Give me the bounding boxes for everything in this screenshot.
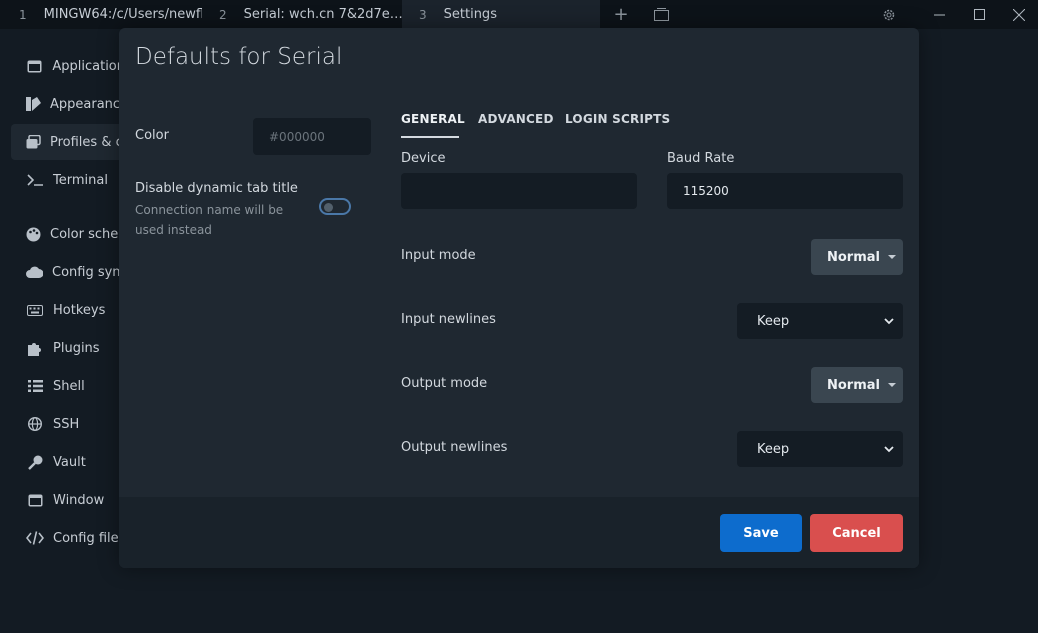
toggle-knob (324, 202, 333, 212)
sidebar-item-profiles[interactable]: Profiles & connections (11, 124, 125, 160)
sidebar-item-config-sync[interactable]: Config sync (11, 254, 125, 290)
color-label: Color (135, 128, 169, 143)
tab-settings[interactable]: 3 Settings (402, 0, 600, 29)
paint-icon (26, 97, 41, 111)
keyboard-icon (26, 304, 44, 316)
palette-icon (26, 227, 41, 242)
maximize-icon[interactable] (967, 0, 991, 29)
sidebar-item-label: SSH (53, 416, 80, 432)
sidebar-item-label: Profiles & connections (50, 134, 125, 150)
tab-label: MINGW64:/c/Users/newfl (43, 7, 202, 22)
active-tab-indicator (401, 136, 459, 138)
sidebar-item-appearance[interactable]: Appearance (11, 86, 125, 122)
sidebar-item-label: Hotkeys (53, 302, 106, 318)
output-newlines-label: Output newlines (401, 440, 508, 455)
key-icon (26, 455, 44, 470)
globe-icon (26, 417, 44, 431)
input-mode-label: Input mode (401, 248, 476, 263)
input-newlines-label: Input newlines (401, 312, 496, 327)
sidebar-item-label: Application (52, 58, 125, 74)
output-newlines-select[interactable]: Keep (737, 431, 903, 467)
sidebar-item-shell[interactable]: Shell (11, 368, 125, 404)
sidebar-item-label: Window (53, 492, 105, 508)
cloud-icon (26, 266, 43, 278)
disable-dynamic-title-help: Connection name will be used instead (135, 203, 284, 237)
modal-title: Defaults for Serial (135, 44, 343, 70)
close-icon[interactable] (1007, 0, 1031, 29)
chevron-down-icon (884, 431, 894, 467)
cancel-button[interactable]: Cancel (810, 514, 903, 552)
sidebar-item-label: Vault (53, 454, 86, 470)
color-input[interactable]: #000000 (253, 118, 371, 155)
new-tab-icon[interactable]: + (609, 0, 633, 29)
tab-label: Serial: wch.cn 7&2d7e… (243, 7, 402, 22)
tab-number: 1 (19, 7, 27, 22)
output-mode-value: Normal (827, 377, 880, 393)
sidebar-item-label: Config sync (52, 264, 125, 280)
sidebar-item-ssh[interactable]: SSH (11, 406, 125, 442)
tab-serial[interactable]: 2 Serial: wch.cn 7&2d7e… (202, 0, 402, 29)
tabs-overview-icon[interactable] (649, 0, 673, 29)
code-icon (26, 531, 44, 545)
list-icon (26, 380, 44, 392)
save-button[interactable]: Save (720, 514, 802, 552)
sidebar-item-vault[interactable]: Vault (11, 444, 125, 480)
title-bar: 1 MINGW64:/c/Users/newfl 2 Serial: wch.c… (0, 0, 1038, 29)
sidebar-item-label: Color schemes (50, 226, 125, 242)
device-input[interactable] (401, 173, 637, 209)
profiles-icon (26, 135, 41, 149)
caret-down-icon (888, 255, 896, 259)
tab-login-scripts[interactable]: LOGIN SCRIPTS (565, 112, 670, 126)
sidebar-item-terminal[interactable]: Terminal (11, 162, 125, 198)
output-newlines-value: Keep (757, 441, 790, 457)
chevron-down-icon (884, 303, 894, 339)
output-mode-dropdown[interactable]: Normal (811, 367, 903, 403)
device-label: Device (401, 151, 446, 166)
window-icon (26, 494, 44, 507)
sidebar-item-label: Terminal (53, 172, 108, 188)
terminal-icon (26, 174, 44, 186)
tab-label: Settings (443, 7, 497, 22)
tab-mingw64[interactable]: 1 MINGW64:/c/Users/newfl (0, 0, 202, 29)
gear-icon[interactable] (877, 0, 901, 29)
window-icon (26, 60, 43, 73)
input-newlines-select[interactable]: Keep (737, 303, 903, 339)
disable-dynamic-title-label: Disable dynamic tab title (135, 181, 298, 196)
input-mode-value: Normal (827, 249, 880, 265)
tab-general[interactable]: GENERAL (401, 112, 465, 126)
tab-number: 3 (419, 7, 427, 22)
output-mode-label: Output mode (401, 376, 488, 391)
input-newlines-value: Keep (757, 313, 790, 329)
sidebar-item-label: Config file (53, 530, 119, 546)
puzzle-icon (26, 341, 44, 356)
caret-down-icon (888, 383, 896, 387)
tab-number: 2 (219, 7, 227, 22)
settings-sidebar: Application Appearance Profiles & connec… (0, 29, 125, 633)
tab-advanced[interactable]: ADVANCED (478, 112, 554, 126)
sidebar-item-window[interactable]: Window (11, 482, 125, 518)
sidebar-item-label: Shell (53, 378, 85, 394)
sidebar-item-color-schemes[interactable]: Color schemes (11, 216, 125, 252)
baud-rate-input[interactable]: 115200 (667, 173, 903, 209)
defaults-modal: Defaults for Serial Color #000000 Disabl… (119, 28, 919, 568)
disable-dynamic-title-toggle[interactable] (319, 198, 351, 215)
sidebar-item-plugins[interactable]: Plugins (11, 330, 125, 366)
minimize-icon[interactable] (927, 0, 951, 29)
sidebar-item-hotkeys[interactable]: Hotkeys (11, 292, 125, 328)
input-mode-dropdown[interactable]: Normal (811, 239, 903, 275)
sidebar-item-application[interactable]: Application (11, 48, 125, 84)
sidebar-item-config-file[interactable]: Config file (11, 520, 125, 556)
sidebar-item-label: Plugins (53, 340, 100, 356)
baud-rate-label: Baud Rate (667, 151, 735, 166)
sidebar-item-label: Appearance (50, 96, 125, 112)
